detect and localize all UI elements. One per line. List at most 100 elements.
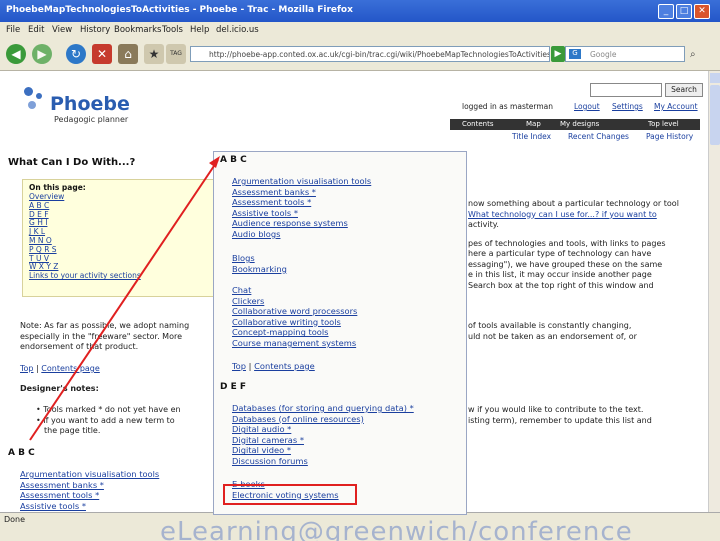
close-button[interactable]: ✕: [694, 4, 710, 19]
tag-icon[interactable]: TAG: [166, 44, 186, 64]
go-icon[interactable]: ▶: [551, 46, 565, 62]
toc-item[interactable]: Links to your activity sections: [29, 271, 141, 281]
overlay-item[interactable]: Concept-mapping tools: [232, 327, 357, 338]
overlay-top-link[interactable]: Top: [232, 361, 246, 371]
highlight-box: [223, 484, 357, 505]
overlay-item[interactable]: Assessment tools *: [232, 197, 371, 208]
logout-link[interactable]: Logout: [574, 102, 600, 111]
search-icon[interactable]: ⌕: [690, 49, 696, 60]
overlay-item[interactable]: Digital video *: [232, 445, 414, 456]
home-icon[interactable]: ⌂: [118, 44, 138, 64]
overlay-item[interactable]: Databases (for storing and querying data…: [232, 403, 414, 414]
note-bullet: • Tools marked * do not yet have en: [36, 405, 181, 414]
overlay-item[interactable]: Collaborative writing tools: [232, 317, 357, 328]
title-index-link[interactable]: Title Index: [512, 132, 551, 141]
note-bullet: • If you want to add a new term to: [36, 415, 175, 425]
tab-contents[interactable]: Contents: [462, 120, 494, 128]
overlay-item[interactable]: Digital cameras *: [232, 435, 414, 446]
intro-line: Search box at the top right of this wind…: [468, 280, 654, 290]
top-nav: Top | Contents page: [20, 364, 100, 373]
overlay-item[interactable]: Assistive tools *: [232, 208, 371, 219]
intro-line: essaging"), we have grouped these on the…: [468, 259, 663, 269]
overlay-item[interactable]: Clickers: [232, 296, 357, 307]
menu-tools[interactable]: Tools: [162, 25, 183, 35]
toc-box: On this page: Overview A B C D E F G H I…: [22, 179, 214, 297]
url-text: http://phoebe-app.conted.ox.ac.uk/cgi-bi…: [209, 50, 550, 59]
site-search-input[interactable]: [590, 83, 662, 97]
scrollbar-thumb[interactable]: [710, 85, 720, 145]
window-titlebar: PhoebeMapTechnologiesToActivities - Phoe…: [0, 0, 720, 22]
overlay-item[interactable]: Bookmarking: [232, 264, 287, 275]
overlay-item[interactable]: Blogs: [232, 253, 287, 264]
menu-bar: File Edit View History Bookmarks Tools H…: [0, 22, 720, 41]
toc-item[interactable]: G H I: [29, 219, 141, 228]
forward-arrow-icon[interactable]: ▶: [32, 44, 52, 64]
overlay-section-def: D E F: [220, 382, 247, 392]
back-arrow-icon[interactable]: ◀: [6, 44, 26, 64]
search-input[interactable]: Google: [565, 46, 685, 62]
overlay-item[interactable]: Discussion forums: [232, 456, 414, 467]
tab-map[interactable]: Map: [526, 120, 541, 128]
intro-line: [468, 231, 679, 239]
toc-list: Overview A B C D E F G H I J K L M N O P…: [29, 192, 141, 281]
overlay-top-nav: Top | Contents page: [232, 361, 315, 371]
overlay-item[interactable]: Databases (of online resources): [232, 414, 414, 425]
site-search-button[interactable]: Search: [665, 83, 703, 97]
tab-top-level[interactable]: Top level: [648, 120, 679, 128]
intro-text-block: now something about a particular technol…: [468, 199, 679, 291]
settings-link[interactable]: Settings: [612, 102, 643, 111]
intro-line[interactable]: What technology can I use for...? if you…: [468, 210, 679, 221]
overlay-item[interactable]: Assessment banks *: [232, 187, 371, 198]
menu-file[interactable]: File: [6, 25, 20, 35]
status-text: Done: [4, 515, 26, 524]
conference-watermark: eLearning@greenwich/conference: [160, 517, 633, 541]
menu-help[interactable]: Help: [190, 25, 209, 35]
reload-icon[interactable]: ↻: [66, 44, 86, 64]
url-input[interactable]: http://phoebe-app.conted.ox.ac.uk/cgi-bi…: [190, 46, 550, 62]
window-title: PhoebeMapTechnologiesToActivities - Phoe…: [6, 5, 353, 15]
scroll-up-icon[interactable]: [710, 73, 720, 83]
phoebe-logo-icon: [20, 85, 50, 115]
overlay-group-3: Chat Clickers Collaborative word process…: [232, 285, 357, 349]
abc-list: Argumentation visualisation tools Assess…: [20, 469, 159, 511]
menu-view[interactable]: View: [52, 25, 72, 35]
menu-history[interactable]: History: [80, 25, 110, 35]
overlay-group-1: Argumentation visualisation tools Assess…: [232, 176, 371, 240]
search-placeholder: Google: [590, 50, 617, 59]
overlay-section-abc: A B C: [220, 155, 247, 165]
menu-bookmarks[interactable]: Bookmarks: [114, 25, 162, 35]
navigation-toolbar: ◀ ▶ ↻ ✕ ⌂ ★ TAG http://phoebe-app.conted…: [0, 40, 720, 71]
overlay-item[interactable]: Collaborative word processors: [232, 306, 357, 317]
tab-my-designs[interactable]: My designs: [560, 120, 599, 128]
overlay-item[interactable]: Argumentation visualisation tools: [232, 176, 371, 187]
overlay-item[interactable]: Course management systems: [232, 338, 357, 349]
top-link[interactable]: Top: [20, 364, 34, 373]
logged-in-text: logged in as masterman: [462, 102, 554, 111]
overlay-item[interactable]: Digital audio *: [232, 424, 414, 435]
abc-item[interactable]: Assessment banks *: [20, 480, 159, 491]
note-right-text: of tools available is constantly changin…: [468, 321, 637, 342]
menu-delicious[interactable]: del.icio.us: [216, 25, 259, 35]
recent-changes-link[interactable]: Recent Changes: [568, 132, 629, 141]
maximize-button[interactable]: □: [676, 4, 692, 19]
overlay-item[interactable]: Audio blogs: [232, 229, 371, 240]
note-line: endorsement of that product.: [20, 342, 139, 351]
intro-line: now something about a particular technol…: [468, 199, 679, 208]
abc-item[interactable]: Assessment tools *: [20, 490, 159, 501]
overlay-item[interactable]: Audience response systems: [232, 218, 371, 229]
bullet-right-text: w if you would like to contribute to the…: [468, 405, 644, 414]
abc-item[interactable]: Assistive tools *: [20, 501, 159, 512]
zoom-overlay-list: A B C Argumentation visualisation tools …: [213, 151, 467, 515]
overlay-item[interactable]: Chat: [232, 285, 357, 296]
menu-edit[interactable]: Edit: [28, 25, 44, 35]
contents-page-link[interactable]: Contents page: [41, 364, 100, 373]
overlay-contents-link[interactable]: Contents page: [254, 361, 315, 371]
bookmark-icon[interactable]: ★: [144, 44, 164, 64]
designers-notes-heading: Designer's notes:: [20, 384, 99, 393]
my-account-link[interactable]: My Account: [654, 102, 698, 111]
minimize-button[interactable]: _: [658, 4, 674, 19]
abc-item[interactable]: Argumentation visualisation tools: [20, 469, 159, 480]
vertical-scrollbar[interactable]: [708, 71, 720, 512]
stop-icon[interactable]: ✕: [92, 44, 112, 64]
page-history-link[interactable]: Page History: [646, 132, 693, 141]
